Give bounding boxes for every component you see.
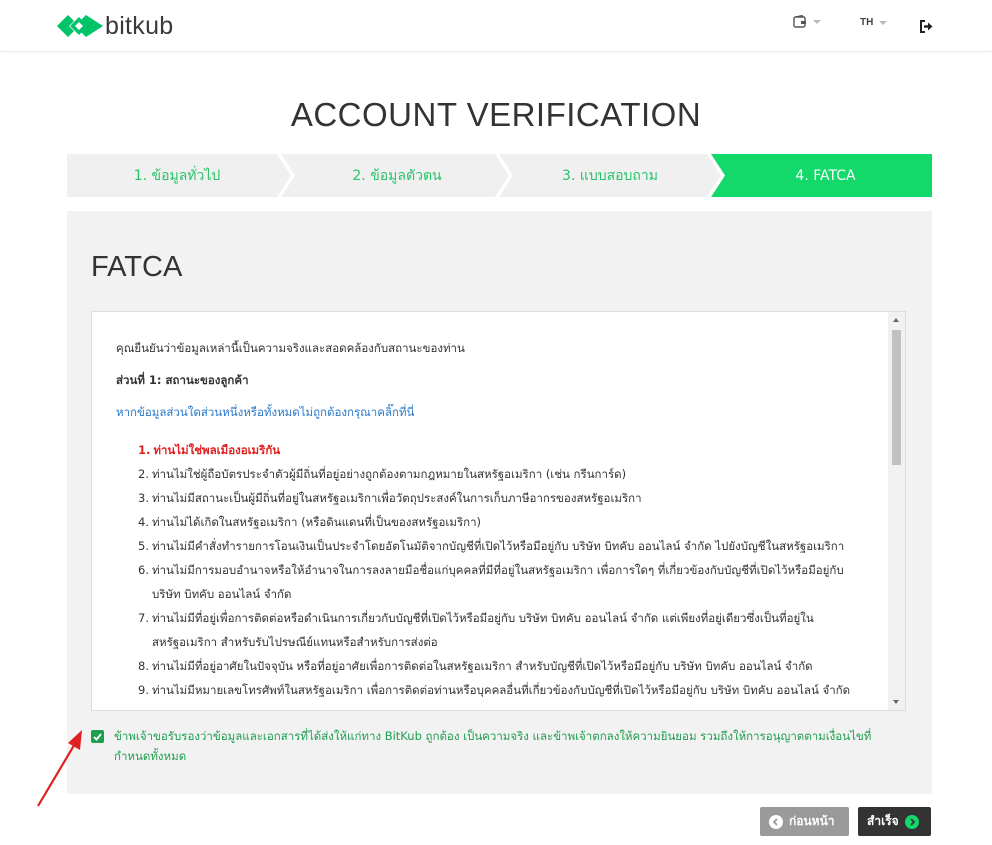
scrollbar-thumb[interactable] bbox=[892, 330, 901, 465]
red-arrow-annotation bbox=[37, 730, 82, 807]
fatca-panel: FATCA คุณยืนยันว่าข้อมูลเหล่านี้เป็นความ… bbox=[67, 211, 932, 794]
terms-scrollbar[interactable] bbox=[888, 312, 905, 710]
step-identity: 2. ข้อมูลตัวตน bbox=[289, 154, 505, 197]
wallet-menu[interactable] bbox=[793, 15, 821, 28]
chevron-down-icon bbox=[879, 20, 888, 25]
step-label: 1. ข้อมูลทั่วไป bbox=[133, 167, 221, 184]
complete-label: สำเร็จ bbox=[867, 814, 899, 828]
correction-link[interactable]: หากข้อมูลส่วนใดส่วนหนึ่งหรือทั้งหมดไม่ถู… bbox=[116, 400, 866, 424]
check-icon bbox=[93, 732, 102, 741]
terms-list: 1. ท่านไม่ใช่พลเมืองอเมริกัน 2. ท่านไม่ใ… bbox=[116, 438, 866, 702]
logout-icon bbox=[920, 20, 933, 33]
panel-title: FATCA bbox=[91, 251, 183, 283]
list-item: 5. ท่านไม่มีคำสั่งทำรายการโอนเงินเป็นประ… bbox=[138, 539, 845, 553]
language-selector[interactable]: TH bbox=[860, 17, 888, 28]
list-item: 8. ท่านไม่มีที่อยู่อาศัยในปัจจุบัน หรือท… bbox=[138, 659, 813, 673]
terms-intro: คุณยืนยันว่าข้อมูลเหล่านี้เป็นความจริงแล… bbox=[116, 341, 465, 355]
previous-button[interactable]: ก่อนหน้า bbox=[760, 807, 849, 836]
chevron-right-icon bbox=[904, 814, 919, 829]
scroll-down-icon[interactable] bbox=[893, 700, 899, 704]
step-label: 2. ข้อมูลตัวตน bbox=[352, 167, 442, 184]
wallet-icon bbox=[793, 15, 806, 28]
step-label: 3. แบบสอบถาม bbox=[561, 167, 658, 184]
logout-button[interactable] bbox=[919, 18, 933, 37]
language-label: TH bbox=[860, 17, 874, 28]
brand-name: bitkub bbox=[105, 11, 174, 40]
previous-label: ก่อนหน้า bbox=[789, 814, 835, 828]
scroll-up-icon[interactable] bbox=[893, 318, 899, 322]
list-item: 3. ท่านไม่มีสถานะเป็นผู้มีถิ่นที่อยู่ในส… bbox=[138, 491, 642, 505]
list-item: 1. ท่านไม่ใช่พลเมืองอเมริกัน bbox=[138, 443, 281, 457]
terms-scroll-box[interactable]: คุณยืนยันว่าข้อมูลเหล่านี้เป็นความจริงแล… bbox=[91, 311, 906, 711]
step-label: 4. FATCA bbox=[795, 167, 856, 184]
bitkub-logo-icon bbox=[57, 15, 103, 37]
section-title: ส่วนที่ 1: สถานะของลูกค้า bbox=[116, 373, 249, 387]
consent-text: ข้าพเจ้าขอรับรองว่าข้อมูลและเอกสารที่ได้… bbox=[114, 729, 872, 763]
chevron-down-icon bbox=[813, 19, 821, 24]
bitkub-logo[interactable]: bitkub bbox=[57, 11, 174, 41]
step-questionnaire: 3. แบบสอบถาม bbox=[505, 154, 715, 197]
complete-button[interactable]: สำเร็จ bbox=[858, 807, 931, 836]
verification-stepper: 1. ข้อมูลทั่วไป 2. ข้อมูลตัวตน 3. แบบสอบ… bbox=[67, 154, 932, 197]
list-item: 4. ท่านไม่ได้เกิดในสหรัฐอเมริกา (หรือดิน… bbox=[138, 515, 482, 529]
consent-checkbox[interactable] bbox=[91, 730, 104, 743]
list-item: 9. ท่านไม่มีหมายเลขโทรศัพท์ในสหรัฐอเมริก… bbox=[138, 683, 851, 697]
list-item: 7. ท่านไม่มีที่อยู่เพื่อการติดต่อหรือดำเ… bbox=[138, 611, 814, 649]
consent-row: ข้าพเจ้าขอรับรองว่าข้อมูลและเอกสารที่ได้… bbox=[91, 726, 901, 766]
list-item: 2. ท่านไม่ใช่ผู้ถือบัตรประจำตัวผู้มีถิ่น… bbox=[138, 467, 627, 481]
step-fatca: 4. FATCA bbox=[719, 154, 932, 197]
list-item: 6. ท่านไม่มีการมอบอำนาจหรือให้อำนาจในการ… bbox=[138, 563, 844, 601]
chevron-left-icon bbox=[769, 814, 783, 829]
top-header: bitkub TH bbox=[0, 0, 992, 52]
terms-content: คุณยืนยันว่าข้อมูลเหล่านี้เป็นความจริงแล… bbox=[116, 336, 866, 702]
page-title: ACCOUNT VERIFICATION bbox=[290, 96, 702, 133]
step-general-info: 1. ข้อมูลทั่วไป bbox=[67, 154, 287, 197]
